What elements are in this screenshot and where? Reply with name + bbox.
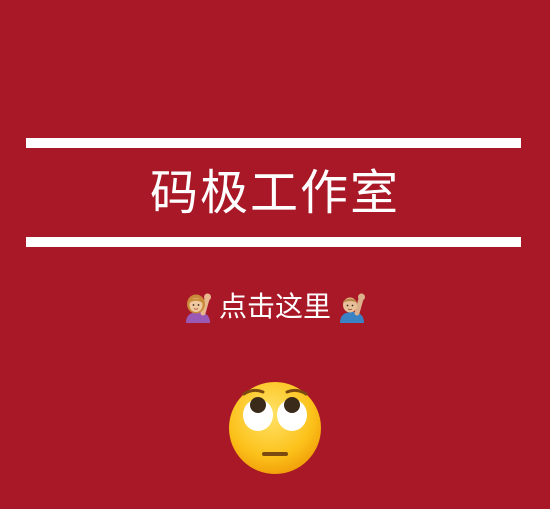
person-raising-hand-icon bbox=[183, 291, 213, 323]
page: 码极工作室 点击这里 bbox=[0, 0, 550, 509]
click-here-link[interactable]: 点击这里 bbox=[0, 287, 550, 327]
bottom-divider bbox=[26, 237, 521, 247]
click-here-label: 点击这里 bbox=[218, 290, 331, 323]
face-with-rolling-eyes-icon bbox=[227, 380, 323, 476]
person-raising-hand-icon bbox=[337, 291, 367, 323]
top-divider bbox=[26, 138, 521, 148]
page-title: 码极工作室 bbox=[149, 165, 400, 221]
